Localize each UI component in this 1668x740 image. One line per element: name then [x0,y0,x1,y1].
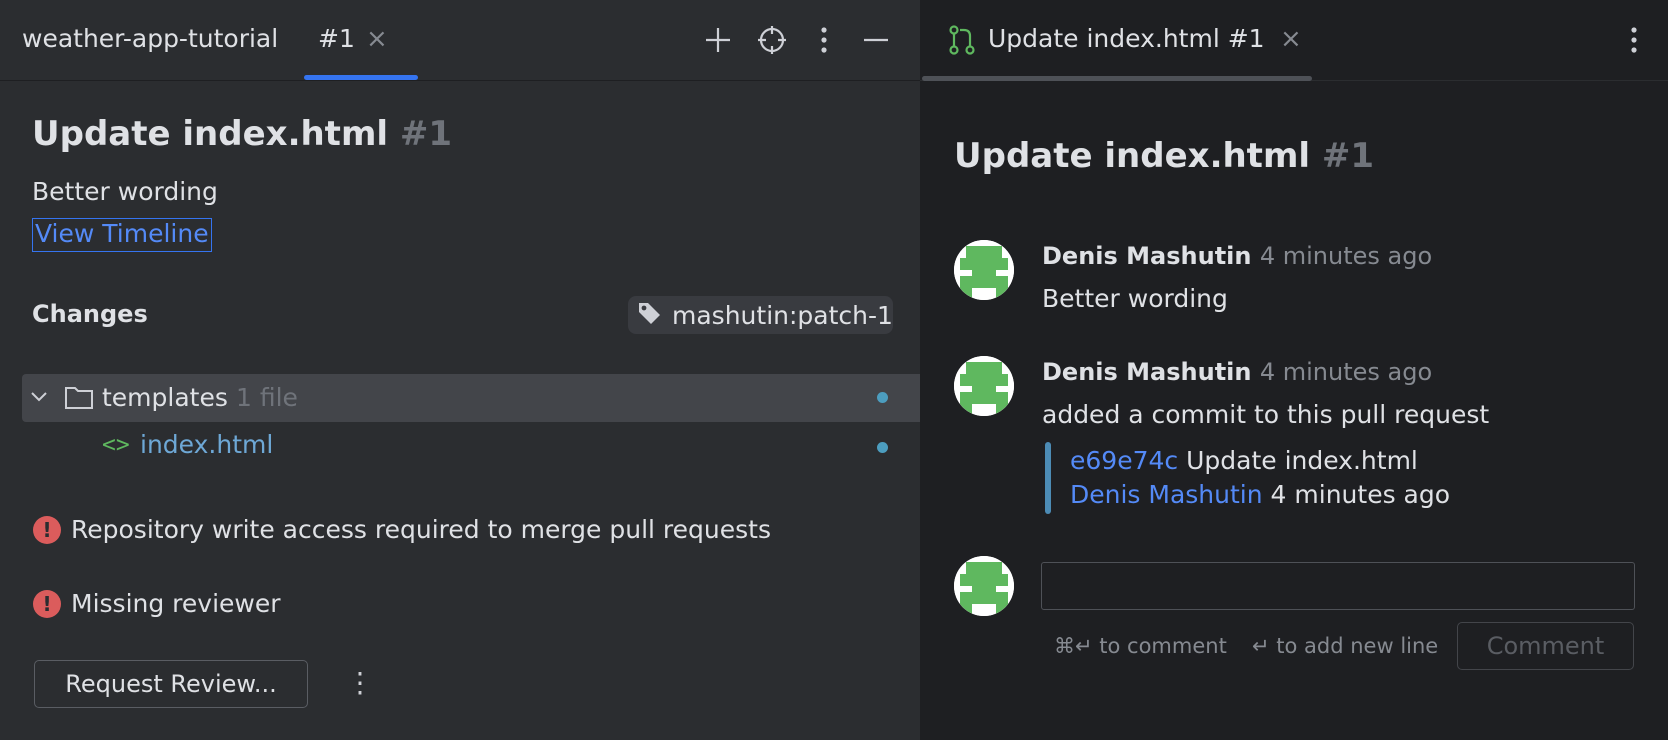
comment-time: 4 minutes ago [1259,242,1433,270]
minimize-icon[interactable] [858,22,894,58]
error-missing-reviewer: ! Missing reviewer [33,589,281,618]
timeline-title-text: Update index.html [954,136,1311,176]
more-vertical-icon[interactable] [806,22,842,58]
crosshair-icon[interactable] [754,22,790,58]
pr-description: Better wording [32,177,218,206]
close-icon[interactable]: × [1280,26,1302,52]
error-text: Missing reviewer [71,589,281,618]
comment-body: Better wording [1042,284,1228,313]
comment-header: Denis Mashutin 4 minutes ago [1042,242,1432,270]
error-icon: ! [33,589,61,618]
avatar [954,556,1014,616]
pr-tab[interactable]: #1 [318,24,355,53]
commit-message: Update index.html [1186,446,1418,475]
more-vertical-icon[interactable] [1630,26,1638,58]
avatar[interactable] [954,240,1014,300]
project-tab[interactable]: weather-app-tutorial [22,24,278,53]
pr-title: Update index.html #1 [32,114,452,154]
pr-number: #1 [399,114,453,154]
changes-label: Changes [32,300,148,328]
newline-hint: ↵ to add new line [1252,634,1439,658]
error-icon: ! [33,515,61,544]
view-timeline-link[interactable]: View Timeline [32,218,212,252]
folder-icon [64,384,94,414]
branch-name: mashutin:patch-1 [672,300,893,330]
left-tab-bar: weather-app-tutorial #1 × [0,0,920,81]
timeline-number: #1 [1321,136,1375,176]
file-name: index.html [140,430,274,459]
folder-file-count: 1 file [236,383,298,412]
html-file-icon: <> [102,432,130,458]
branch-chip[interactable]: mashutin:patch-1 [628,296,893,334]
active-tab-indicator [922,76,1312,81]
commit-author-link[interactable]: Denis Mashutin [1070,480,1263,509]
file-row[interactable]: <> index.html [100,430,920,466]
event-time: 4 minutes ago [1259,358,1433,386]
request-review-button[interactable]: Request Review... [34,660,308,708]
commit-time: 4 minutes ago [1270,480,1451,509]
pr-title-text: Update index.html [32,114,389,154]
timeline-tab[interactable]: Update index.html #1 [988,24,1265,53]
tag-icon [636,300,662,330]
avatar[interactable] [954,356,1014,416]
commit-meta: Denis Mashutin 4 minutes ago [1070,480,1450,509]
change-indicator [877,392,888,403]
author-name[interactable]: Denis Mashutin [1042,242,1251,270]
comment-input[interactable] [1041,562,1635,610]
author-name[interactable]: Denis Mashutin [1042,358,1251,386]
folder-name: templates [102,383,228,412]
event-body: added a commit to this pull request [1042,400,1490,429]
close-icon[interactable]: × [366,26,388,52]
folder-row[interactable]: templates 1 file [22,374,920,422]
error-write-access: ! Repository write access required to me… [33,515,771,544]
pull-request-icon [948,24,976,60]
commit-event-header: Denis Mashutin 4 minutes ago [1042,358,1432,386]
error-text: Repository write access required to merg… [71,515,771,544]
commit-line: e69e74c Update index.html [1070,446,1418,475]
commit-hash-link[interactable]: e69e74c [1070,446,1178,475]
active-tab-indicator [304,75,418,80]
plus-icon[interactable] [700,22,736,58]
right-tab-bar: Update index.html #1 × [920,0,1668,81]
commit-bar [1045,442,1051,514]
pull-request-details-panel [0,0,920,740]
change-indicator [877,442,888,453]
submit-hint: ⌘↵ to comment [1054,634,1227,658]
comment-button[interactable]: Comment [1457,622,1634,670]
chevron-down-icon[interactable] [30,388,48,410]
more-actions-icon[interactable]: ⋮ [346,666,374,699]
timeline-title: Update index.html #1 [954,136,1374,176]
